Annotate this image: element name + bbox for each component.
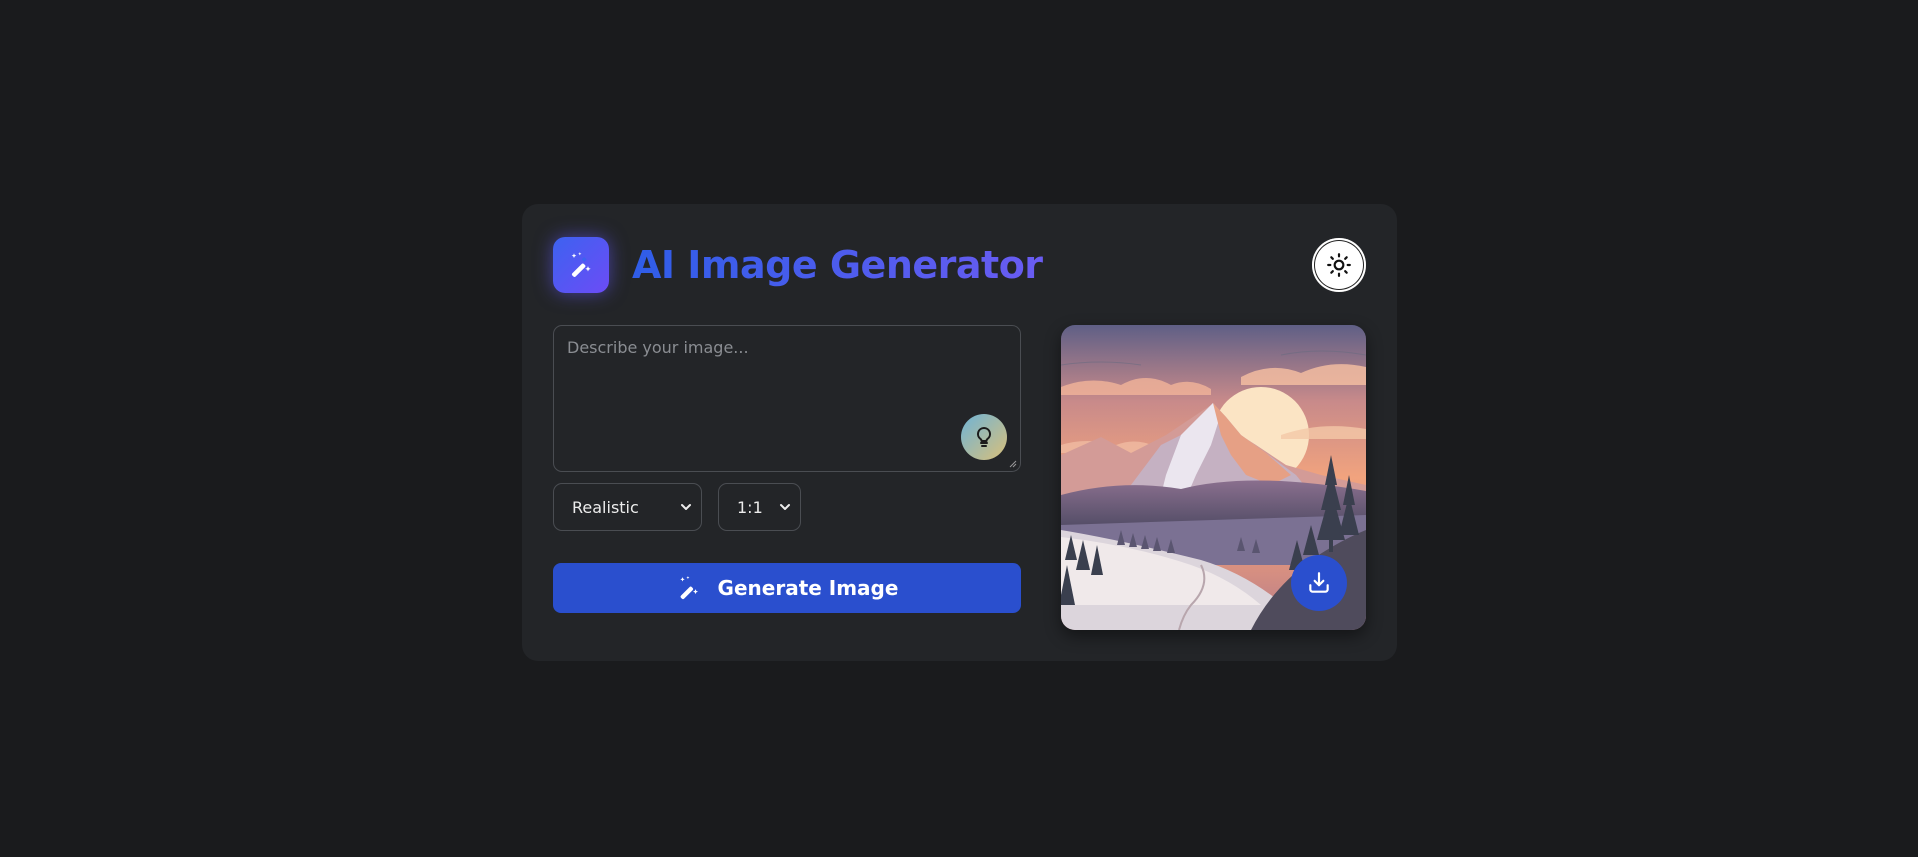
generator-card: AI Image Generator Describe your image..… — [522, 204, 1397, 661]
download-button[interactable] — [1291, 555, 1347, 611]
theme-toggle-button[interactable] — [1312, 238, 1366, 292]
aspect-ratio-select[interactable]: 1:1 — [718, 483, 801, 531]
style-select[interactable]: Realistic — [553, 483, 702, 531]
header: AI Image Generator — [553, 237, 1366, 295]
download-icon — [1309, 572, 1329, 593]
chevron-down-icon — [681, 504, 691, 510]
generate-button-label: Generate Image — [717, 576, 899, 600]
resize-grip-icon[interactable] — [1009, 460, 1017, 468]
page-title: AI Image Generator — [632, 243, 1043, 287]
image-preview — [1061, 325, 1366, 630]
prompt-container — [553, 325, 1021, 472]
prompt-input[interactable] — [554, 326, 1020, 471]
lightbulb-icon — [976, 426, 992, 447]
chevron-down-icon — [780, 504, 790, 510]
magic-wand-icon — [679, 576, 698, 600]
random-prompt-button[interactable] — [961, 414, 1007, 460]
ratio-select-value: 1:1 — [737, 497, 763, 517]
style-select-value: Realistic — [572, 497, 639, 517]
generate-button[interactable]: Generate Image — [553, 563, 1021, 613]
magic-wand-icon — [571, 252, 591, 277]
app-logo — [553, 237, 609, 293]
sun-icon — [1327, 253, 1351, 277]
